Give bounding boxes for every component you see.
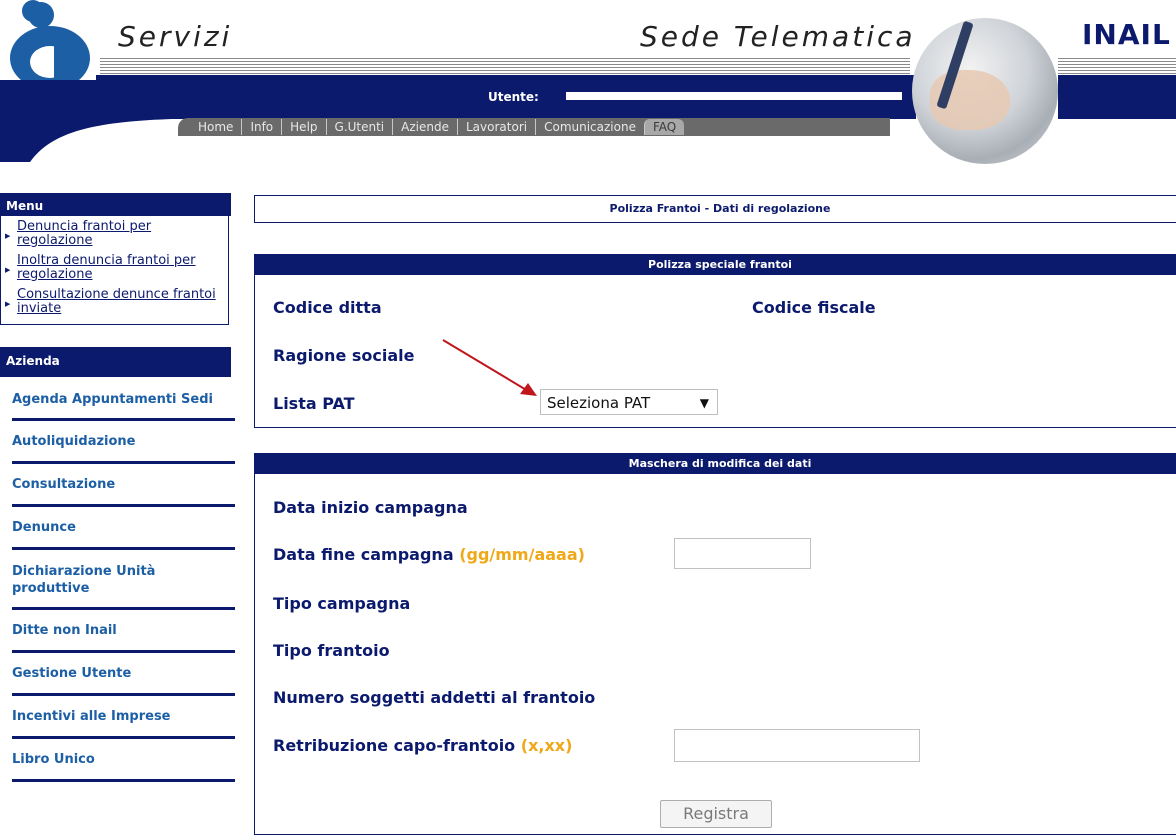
- retribuzione-label: Retribuzione capo-frantoio (x,xx): [273, 736, 572, 755]
- codice-fiscale-label: Codice fiscale: [752, 298, 876, 317]
- menu-title: Menu: [0, 193, 231, 216]
- logo-head: [28, 2, 54, 28]
- sidebar-item-incentivi[interactable]: Incentivi alle Imprese: [0, 709, 251, 724]
- top-nav: Home Info Help G.Utenti Aziende Lavorato…: [180, 116, 685, 138]
- tipo-frantoio-label: Tipo frantoio: [273, 641, 390, 660]
- header-stripes-left: [100, 56, 910, 74]
- data-fine-format-hint: (gg/mm/aaaa): [459, 545, 585, 564]
- sidebar-item-denunce[interactable]: Denunce: [0, 520, 251, 535]
- header-band-right: [1058, 75, 1176, 119]
- nav-help[interactable]: Help: [281, 119, 325, 135]
- nav-info[interactable]: Info: [241, 119, 281, 135]
- data-fine-text: Data fine campagna: [273, 545, 454, 564]
- azienda-title: Azienda: [0, 347, 231, 377]
- data-inizio-label: Data inizio campagna: [273, 498, 468, 517]
- polizza-heading: Polizza speciale frantoi: [255, 255, 1176, 275]
- sidebar-item-gestione-utente[interactable]: Gestione Utente: [0, 666, 251, 681]
- sidebar-item-agenda[interactable]: Agenda Appuntamenti Sedi: [0, 391, 251, 408]
- codice-ditta-label: Codice ditta: [273, 298, 382, 317]
- nav-aziende[interactable]: Aziende: [392, 119, 457, 135]
- nav-lavoratori[interactable]: Lavoratori: [457, 119, 535, 135]
- page-title: Polizza Frantoi - Dati di regolazione: [609, 202, 831, 215]
- menu-link-denuncia[interactable]: Denuncia frantoi per regolazione: [1, 220, 197, 248]
- nav-home[interactable]: Home: [180, 119, 241, 135]
- pat-select[interactable]: Seleziona PAT ▼: [540, 389, 718, 415]
- section-title-servizi: Servizi: [118, 20, 233, 53]
- menu-box: Denuncia frantoi per regolazione Inoltra…: [0, 216, 229, 325]
- menu-link-consultazione[interactable]: Consultazione denunce frantoi inviate: [1, 288, 217, 316]
- tipo-campagna-label: Tipo campagna: [273, 594, 411, 613]
- section-title-sede: Sede Telematica: [640, 20, 916, 53]
- page-title-box: Polizza Frantoi - Dati di regolazione: [254, 195, 1176, 223]
- red-arrow-annotation: [440, 338, 540, 404]
- user-name-redacted: [566, 92, 902, 100]
- data-fine-label: Data fine campagna (gg/mm/aaaa): [273, 545, 585, 564]
- maschera-heading: Maschera di modifica dei dati: [255, 454, 1176, 474]
- chevron-down-icon: ▼: [699, 396, 709, 410]
- retribuzione-format-hint: (x,xx): [520, 736, 573, 755]
- nav-faq[interactable]: FAQ: [643, 119, 685, 135]
- sidebar-item-autoliquidazione[interactable]: Autoliquidazione: [0, 434, 251, 449]
- retribuzione-text: Retribuzione capo-frantoio: [273, 736, 516, 755]
- menu-link-inoltra[interactable]: Inoltra denuncia frantoi per regolazione: [1, 254, 217, 282]
- sidebar-divider: [12, 779, 235, 782]
- sidebar-item-dichiarazione[interactable]: Dichiarazione Unità produttive: [0, 563, 196, 597]
- sidebar-item-libro-unico[interactable]: Libro Unico: [0, 752, 251, 767]
- pat-select-value: Seleziona PAT: [547, 394, 651, 412]
- header-stripes-right: [1058, 56, 1176, 74]
- data-fine-input[interactable]: [674, 538, 811, 569]
- user-label: Utente:: [488, 90, 539, 104]
- sidebar: Menu Denuncia frantoi per regolazione In…: [0, 193, 235, 782]
- site-header: Servizi Sede Telematica INAIL Utente: Ho…: [0, 0, 1176, 165]
- ragione-sociale-label: Ragione sociale: [273, 346, 415, 365]
- numero-soggetti-label: Numero soggetti addetti al frantoio: [273, 688, 596, 707]
- registra-button[interactable]: Registra: [660, 800, 772, 828]
- lista-pat-label: Lista PAT: [273, 394, 355, 413]
- nav-g-utenti[interactable]: G.Utenti: [325, 119, 393, 135]
- brand-name: INAIL: [1082, 18, 1171, 51]
- sidebar-item-ditte[interactable]: Ditte non Inail: [0, 623, 251, 638]
- sidebar-item-consultazione[interactable]: Consultazione: [0, 477, 251, 492]
- nav-comunicazione[interactable]: Comunicazione: [535, 119, 644, 135]
- retribuzione-input[interactable]: [674, 729, 920, 762]
